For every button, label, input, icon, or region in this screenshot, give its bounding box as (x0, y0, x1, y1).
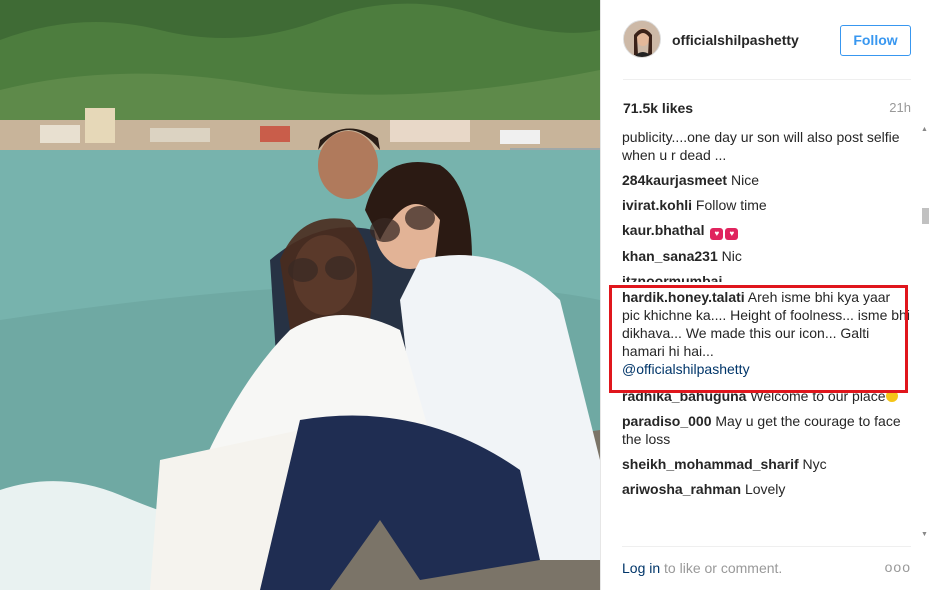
comment-username[interactable]: kaur.bhathal (622, 222, 704, 238)
follow-button[interactable]: Follow (840, 25, 911, 56)
comment-username[interactable]: 284kaurjasmeet (622, 172, 727, 188)
comment-item: publicity....one day ur son will also po… (622, 128, 911, 164)
scroll-up-icon[interactable]: ▲ (921, 126, 928, 133)
post-username[interactable]: officialshilpashetty (672, 32, 799, 48)
login-rest-text: to like or comment. (660, 560, 783, 576)
post-photo[interactable] (0, 0, 600, 590)
comment-item: 284kaurjasmeet Nice (622, 171, 911, 189)
comment-item: sheikh_mohammad_sharif Nyc (622, 455, 911, 473)
post-footer: Log in to like or comment. ooo (622, 546, 911, 590)
comment-username[interactable]: ariwosha_rahman (622, 481, 741, 497)
comment-item: kaur.bhathal ♥ ♥ (622, 221, 911, 240)
highlight-box (609, 285, 908, 393)
comment-username[interactable]: khan_sana231 (622, 248, 718, 264)
comment-item: khan_sana231 Nic (622, 247, 911, 265)
comment-text: Nice (730, 172, 759, 188)
comment-item: ariwosha_rahman Lovely (622, 480, 911, 498)
post-header: officialshilpashetty Follow (623, 0, 911, 80)
post-time[interactable]: 21h (889, 100, 911, 115)
comment-username[interactable]: paradiso_000 (622, 413, 712, 429)
comment-item: itznoormumbai (622, 272, 911, 282)
broken-heart-icon: ♥ (725, 228, 739, 240)
scroll-thumb[interactable] (922, 208, 929, 224)
likes-row: 71.5k likes 21h (623, 100, 911, 120)
comment-item: paradiso_000 May u get the courage to fa… (622, 412, 911, 448)
photo-illustration (0, 0, 600, 590)
scroll-down-icon[interactable]: ▼ (921, 531, 928, 538)
likes-count[interactable]: 71.5k likes (623, 100, 693, 116)
login-link[interactable]: Log in (622, 560, 660, 576)
comment-text: publicity....one day ur son will also po… (622, 129, 900, 163)
comment-item: ivirat.kohli Follow time (622, 196, 911, 214)
comment-username[interactable]: itznoormumbai (622, 273, 722, 282)
login-prompt: Log in to like or comment. (622, 560, 782, 576)
comment-text: Nyc (802, 456, 827, 472)
comment-text: Lovely (744, 481, 786, 497)
comment-text: Nic (721, 248, 742, 264)
avatar-image (624, 21, 660, 57)
comment-username[interactable]: sheikh_mohammad_sharif (622, 456, 799, 472)
avatar[interactable] (623, 20, 661, 58)
comment-text: Follow time (695, 197, 767, 213)
more-options-icon[interactable]: ooo (885, 559, 911, 575)
comments-scrollbar[interactable]: ▲ ▼ (920, 126, 932, 538)
broken-heart-icon: ♥ (710, 228, 724, 240)
comment-username[interactable]: ivirat.kohli (622, 197, 692, 213)
